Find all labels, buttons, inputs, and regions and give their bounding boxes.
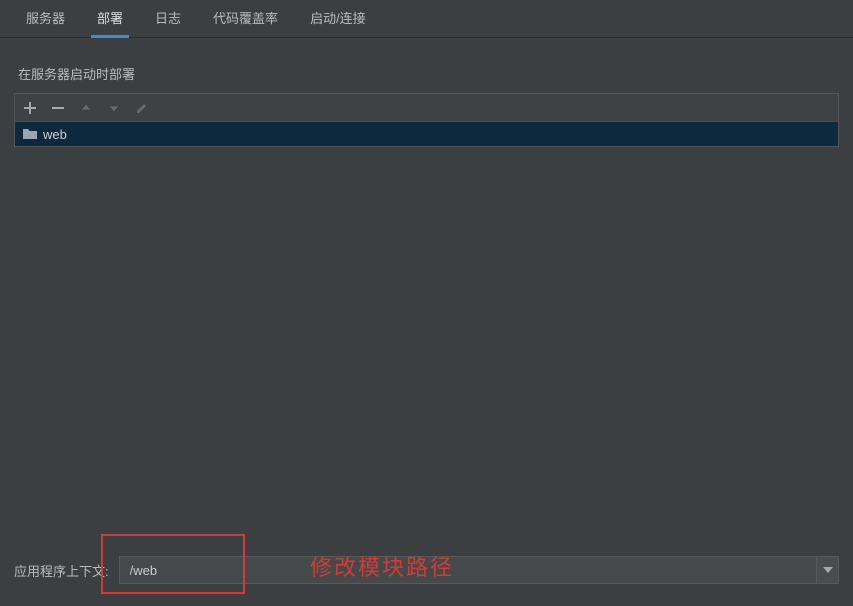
tab-logs[interactable]: 日志 <box>139 0 197 38</box>
dropdown-button[interactable] <box>816 557 838 583</box>
deploy-list[interactable]: web <box>15 122 838 146</box>
context-input[interactable] <box>120 557 816 583</box>
tab-coverage[interactable]: 代码覆盖率 <box>197 0 294 38</box>
context-combo[interactable] <box>119 556 839 584</box>
list-item[interactable]: web <box>15 122 838 146</box>
context-row: 应用程序上下文: <box>0 554 853 586</box>
edit-icon <box>133 99 151 117</box>
tab-startup-connect[interactable]: 启动/连接 <box>294 0 382 38</box>
arrow-down-icon <box>105 99 123 117</box>
arrow-up-icon <box>77 99 95 117</box>
deploy-toolbar <box>15 94 838 122</box>
deploy-section-label: 在服务器启动时部署 <box>0 38 853 93</box>
add-icon[interactable] <box>21 99 39 117</box>
tab-bar: 服务器 部署 日志 代码覆盖率 启动/连接 <box>0 0 853 38</box>
chevron-down-icon <box>823 567 833 573</box>
folder-icon <box>23 128 37 140</box>
tab-server[interactable]: 服务器 <box>10 0 81 38</box>
remove-icon[interactable] <box>49 99 67 117</box>
list-item-label: web <box>43 127 67 142</box>
tab-deploy[interactable]: 部署 <box>81 0 139 38</box>
context-label: 应用程序上下文: <box>14 561 109 580</box>
deploy-panel: web <box>14 93 839 147</box>
